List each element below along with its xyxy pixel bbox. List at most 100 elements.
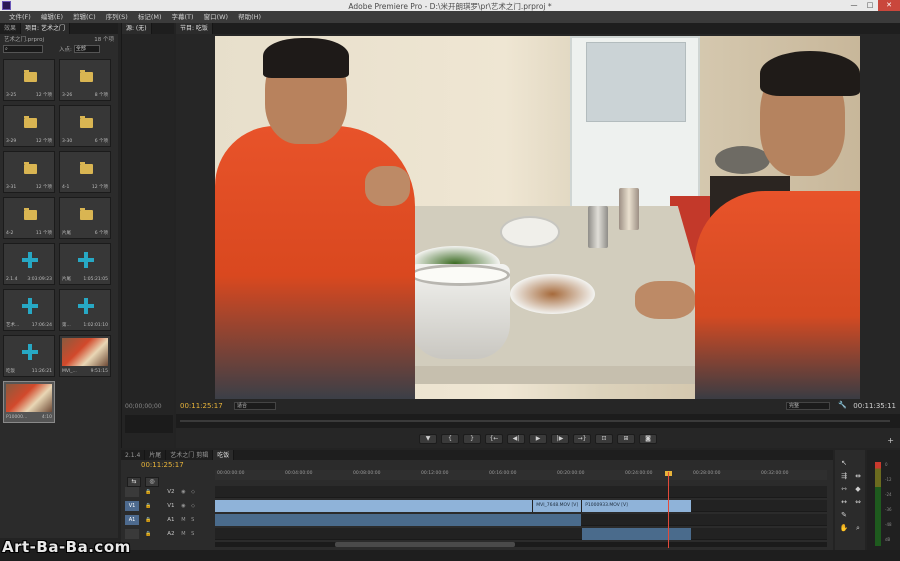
- maximize-button[interactable]: □: [862, 0, 878, 11]
- timeline-clip[interactable]: [215, 514, 582, 526]
- tab-sequence-ending[interactable]: 片尾: [145, 450, 167, 460]
- pen-tool-icon[interactable]: ✎: [837, 510, 851, 520]
- step-forward-button[interactable]: |▶: [551, 434, 569, 444]
- entry-point-select[interactable]: 全部: [73, 44, 100, 53]
- project-item[interactable]: 2.1.4 3:03:09:23: [3, 243, 55, 285]
- tab-effects[interactable]: 效果: [0, 23, 22, 34]
- project-item[interactable]: 片尾 1:05:21:05: [59, 243, 111, 285]
- hand-tool-icon[interactable]: ✋: [837, 523, 851, 533]
- rolling-edit-tool-icon[interactable]: ⇿: [837, 484, 851, 494]
- go-to-out-button[interactable]: →}: [573, 434, 591, 444]
- project-search-box[interactable]: ⌕: [3, 44, 43, 53]
- menu-help[interactable]: 帮助(H): [233, 11, 266, 23]
- project-item-meta: 9:51:15: [90, 369, 108, 374]
- close-button[interactable]: ✕: [878, 0, 900, 11]
- ripple-edit-tool-icon[interactable]: ⇹: [851, 471, 865, 481]
- track-target-toggle[interactable]: A1: [125, 515, 139, 525]
- mark-out-button[interactable]: }: [463, 434, 481, 444]
- mark-in-button[interactable]: {: [441, 434, 459, 444]
- timeline-clip[interactable]: MVI_7648.MOV [V]: [533, 500, 582, 512]
- tab-project[interactable]: 项目: 艺术之门: [21, 23, 70, 34]
- project-item-name: MVI_...: [62, 369, 77, 374]
- project-item[interactable]: 艺术... 17:06:24: [3, 289, 55, 331]
- track-target-toggle[interactable]: [125, 487, 139, 497]
- timeline-clip[interactable]: [215, 500, 533, 512]
- lock-icon[interactable]: 🔒: [145, 517, 153, 523]
- export-frame-button[interactable]: ◙: [639, 434, 657, 444]
- project-item[interactable]: 4-1 12 个项: [59, 151, 111, 193]
- lock-icon[interactable]: 🔒: [145, 489, 153, 495]
- extract-button[interactable]: ⊞: [617, 434, 635, 444]
- track-select-tool-icon[interactable]: ⇶: [837, 471, 851, 481]
- project-item[interactable]: 3-25 12 个项: [3, 59, 55, 101]
- add-marker-button[interactable]: ▼: [419, 434, 437, 444]
- ruler-tick-label: 00:12:00:00: [421, 471, 449, 476]
- menu-file[interactable]: 文件(F): [4, 11, 36, 23]
- project-item[interactable]: P10000... 4:10: [3, 381, 55, 423]
- slide-tool-icon[interactable]: ⇔: [851, 497, 865, 507]
- track-visibility-icon[interactable]: ◉ ◇: [181, 503, 197, 509]
- track-target-toggle[interactable]: V1: [125, 501, 139, 511]
- track-lane[interactable]: MVI_7648.MOV [V] P1000933.MOV [V]: [215, 500, 827, 512]
- project-item[interactable]: 3-26 8 个项: [59, 59, 111, 101]
- source-scrubber[interactable]: [125, 415, 173, 433]
- tab-source[interactable]: 源: (无): [122, 23, 152, 34]
- menu-clip[interactable]: 剪辑(C): [68, 11, 101, 23]
- minimize-button[interactable]: —: [846, 0, 862, 11]
- tab-sequence-214[interactable]: 2.1.4: [121, 450, 146, 460]
- ruler-tick-label: 00:24:00:00: [625, 471, 653, 476]
- slip-tool-icon[interactable]: ↔: [837, 497, 851, 507]
- project-item[interactable]: 片尾 6 个项: [59, 197, 111, 239]
- timeline-clip[interactable]: [582, 528, 692, 540]
- program-scrubber[interactable]: [176, 414, 900, 428]
- lift-button[interactable]: ⊡: [595, 434, 613, 444]
- track-visibility-icon[interactable]: ◉ ◇: [181, 489, 197, 495]
- timeline-timecode[interactable]: 00:11:25:17: [141, 461, 184, 469]
- folder-icon: [80, 116, 93, 128]
- project-item-name: 2.1.4: [6, 277, 18, 282]
- menu-sequence[interactable]: 序列(S): [101, 11, 133, 23]
- zoom-tool-icon[interactable]: ⌕: [851, 523, 865, 533]
- timeline-clip[interactable]: P1000933.MOV [V]: [582, 500, 692, 512]
- project-item[interactable]: 4-2 11 个项: [3, 197, 55, 239]
- project-item-name: 片尾: [62, 231, 71, 236]
- project-item-meta: 6 个项: [94, 231, 108, 236]
- lock-icon[interactable]: 🔒: [145, 503, 153, 509]
- project-item[interactable]: 吃饭 11:26:21: [3, 335, 55, 377]
- tab-sequence-eating[interactable]: 吃饭: [213, 450, 235, 460]
- track-mute-solo-icon[interactable]: M S: [181, 517, 196, 523]
- selection-tool-icon[interactable]: ↖: [837, 458, 851, 468]
- program-add-button[interactable]: +: [887, 436, 894, 445]
- wrench-icon[interactable]: 🔧: [838, 401, 847, 409]
- menu-window[interactable]: 窗口(W): [199, 11, 234, 23]
- menu-title[interactable]: 字幕(T): [167, 11, 199, 23]
- timeline-scrollbar[interactable]: [215, 542, 827, 547]
- play-button[interactable]: ▶: [529, 434, 547, 444]
- timeline-panel: 2.1.4 片尾 艺术之门 剪辑 吃饭 00:11:25:17 ⇆ ◎ 00:0…: [121, 450, 833, 550]
- project-item[interactable]: MVI_... 9:51:15: [59, 335, 111, 377]
- ruler-tick-label: 00:16:00:00: [489, 471, 517, 476]
- step-back-button[interactable]: ◀|: [507, 434, 525, 444]
- menu-edit[interactable]: 编辑(E): [36, 11, 68, 23]
- zoom-fit-select[interactable]: 适合: [234, 402, 276, 410]
- project-search-input[interactable]: [7, 45, 36, 52]
- tab-sequence-art-gate[interactable]: 艺术之门 剪辑: [166, 450, 214, 460]
- project-item[interactable]: 第... 1:02:01:10: [59, 289, 111, 331]
- program-timecode[interactable]: 00:11:25:17: [180, 402, 223, 410]
- track-mute-solo-icon[interactable]: M S: [181, 531, 196, 537]
- lock-icon[interactable]: 🔒: [145, 531, 153, 537]
- track-lane[interactable]: [215, 528, 827, 540]
- track-name: V2: [167, 489, 175, 495]
- time-ruler[interactable]: 00:00:00:00 00:04:00:00 00:08:00:00 00:12:0…: [215, 470, 827, 480]
- go-to-in-button[interactable]: {←: [485, 434, 503, 444]
- project-item[interactable]: 3-29 12 个项: [3, 105, 55, 147]
- playback-quality-select[interactable]: 完整: [786, 402, 830, 410]
- project-item[interactable]: 3-31 12 个项: [3, 151, 55, 193]
- project-item[interactable]: 3-30 6 个项: [59, 105, 111, 147]
- track-lane[interactable]: [215, 514, 827, 526]
- razor-tool-icon[interactable]: ◆: [851, 484, 865, 494]
- tab-program[interactable]: 节目: 吃饭: [176, 23, 213, 34]
- timeline-scroll-thumb[interactable]: [335, 542, 515, 547]
- menu-marker[interactable]: 标记(M): [133, 11, 167, 23]
- track-lane[interactable]: [215, 486, 827, 498]
